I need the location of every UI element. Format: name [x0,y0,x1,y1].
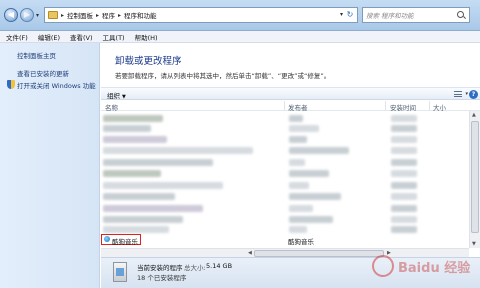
watermark: Baidu 经验 [370,251,478,285]
shield-icon [7,80,15,89]
refresh-icon[interactable]: ↻ [345,10,355,20]
horizontal-scroll-thumb[interactable] [254,250,384,257]
back-button[interactable]: ◀ [4,8,18,22]
title-bar: ◀ ▶ ▾ ▸ 控制面板 ▸ 程序 ▸ 程序和功能 ▾ ↻ 搜索 程序和功能 [0,0,480,31]
search-placeholder: 搜索 程序和功能 [366,12,414,20]
page-title: 卸载或更改程序 [115,56,182,67]
views-dropdown[interactable]: ▾ [465,91,468,97]
organize-label: 组织 [107,92,120,100]
breadcrumb-programs[interactable]: 程序 [102,10,115,20]
address-dropdown[interactable]: ▾ [340,11,343,18]
sidebar-link-home[interactable]: 控制面板主页 [17,50,56,60]
breadcrumb-control-panel[interactable]: 控制面板 [67,10,93,20]
search-icon[interactable] [457,10,466,20]
menu-edit[interactable]: 编辑(E) [38,32,60,42]
kugou-music-icon [104,236,110,242]
menu-view[interactable]: 查看(V) [70,32,93,42]
details-size: 5.14 GB [206,262,233,270]
table-row[interactable] [101,114,469,123]
table-row[interactable] [101,146,469,155]
vertical-scroll-thumb[interactable] [471,121,479,233]
control-panel-icon [48,11,58,19]
program-publisher: 酷狗音乐 [288,237,314,246]
scroll-left-icon[interactable]: ◀ [248,250,252,256]
sidebar-link-windows-features[interactable]: 打开或关闭 Windows 功能 [17,80,96,90]
recent-pages-dropdown[interactable]: ▾ [36,12,39,19]
address-bar[interactable]: ▸ 控制面板 ▸ 程序 ▸ 程序和功能 ▾ ↻ [44,7,358,23]
menu-bar: 文件(F) 编辑(E) 查看(V) 工具(T) 帮助(H) [0,31,480,43]
column-headers: 名称 发布者 安装时间 大小 [101,100,480,112]
page-description: 若要卸载程序，请从列表中将其选中，然后单击“卸载”、“更改”或“修复”。 [115,72,331,80]
toolbar: 组织 ▼ ▾ ? [101,87,480,100]
search-input[interactable]: 搜索 程序和功能 [362,7,470,23]
breadcrumb-programs-features[interactable]: 程序和功能 [124,10,157,20]
table-row[interactable] [101,124,469,133]
help-icon[interactable]: ? [469,90,478,99]
details-count: 18 个已安装程序 [137,274,187,282]
table-row[interactable] [101,215,469,224]
table-row[interactable] [101,158,469,167]
program-list[interactable] [101,111,469,248]
sidebar: 控制面板主页 查看已安装的更新 打开或关闭 Windows 功能 [0,43,100,288]
menu-file[interactable]: 文件(F) [6,32,28,42]
table-row[interactable] [101,169,469,178]
organize-button[interactable]: 组织 ▼ [107,90,126,100]
views-icon[interactable] [454,91,462,97]
table-row[interactable] [101,181,469,190]
details-title: 当前安装的程序 [137,264,183,272]
menu-help[interactable]: 帮助(H) [135,32,158,42]
table-row[interactable] [101,225,469,234]
scroll-up-icon[interactable]: ▲ [472,112,476,118]
scroll-down-icon[interactable]: ▼ [472,241,476,247]
baidu-logo-icon [372,255,394,277]
installed-programs-icon [113,262,127,282]
sidebar-link-installed-updates[interactable]: 查看已安装的更新 [17,68,69,78]
details-size-label: 总大小: [184,264,206,272]
table-row[interactable] [101,135,469,144]
table-row[interactable] [101,192,469,201]
menu-tools[interactable]: 工具(T) [103,32,125,42]
program-name: 酷狗音乐 [112,237,138,246]
selected-program-row[interactable]: 酷狗音乐 酷狗音乐 [101,234,469,246]
table-row[interactable] [101,204,469,213]
vertical-scrollbar[interactable]: ▲ ▼ [469,111,480,248]
watermark-text: Baidu 经验 [398,261,471,276]
forward-button[interactable]: ▶ [20,8,34,22]
